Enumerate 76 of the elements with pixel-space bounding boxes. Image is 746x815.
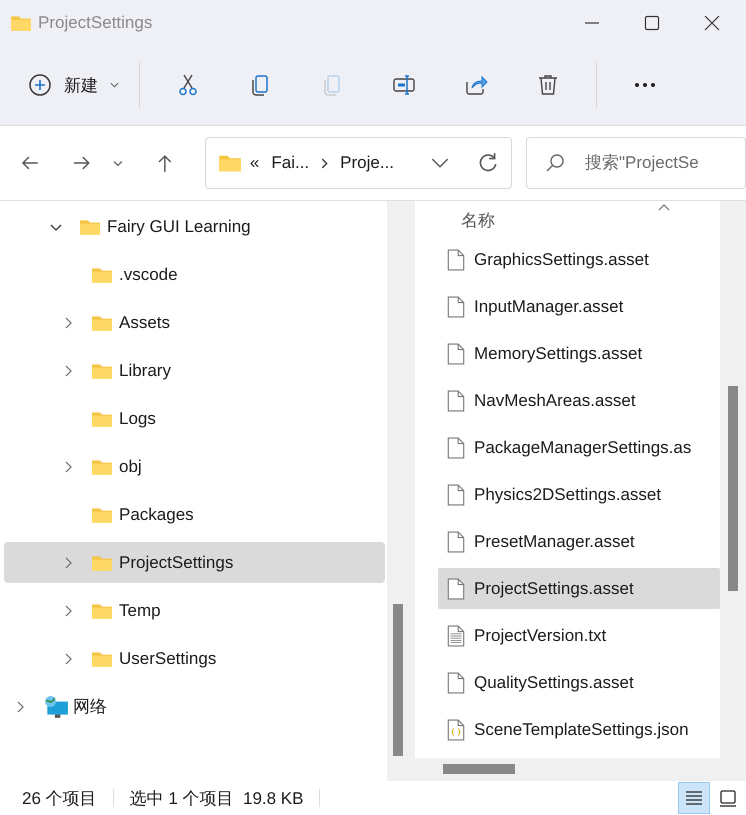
file-item[interactable]: QualitySettings.asset — [438, 662, 720, 703]
folder-icon — [10, 14, 32, 32]
breadcrumb[interactable]: Fai... — [271, 153, 310, 173]
scrollbar-thumb[interactable] — [728, 386, 738, 591]
window-title: ProjectSettings — [38, 12, 152, 32]
file-icon — [447, 390, 465, 412]
tree-item[interactable]: Packages — [4, 494, 385, 535]
folder-icon — [218, 153, 242, 173]
file-item[interactable]: SceneTemplateSettings.json — [438, 709, 720, 750]
close-icon[interactable] — [704, 14, 720, 30]
dropdown-icon[interactable] — [430, 158, 449, 168]
file-item[interactable]: Physics2DSettings.asset — [438, 474, 720, 515]
preview-pane-icon — [718, 788, 738, 808]
tree-item[interactable]: Temp — [4, 590, 385, 631]
file-icon — [447, 484, 465, 506]
address-bar[interactable]: « Fai... Proje... — [204, 137, 512, 189]
text-file-icon — [447, 624, 465, 646]
tree-item[interactable]: obj — [4, 446, 385, 487]
caret-icon — [110, 82, 119, 88]
file-icon — [447, 296, 465, 318]
chevron-icon — [321, 158, 328, 168]
file-icon — [447, 578, 465, 600]
breadcrumb[interactable]: Proje... — [340, 153, 394, 173]
folder-icon — [91, 362, 113, 380]
folder-icon — [91, 602, 113, 620]
file-icon — [447, 436, 465, 458]
file-item[interactable]: MemorySettings.asset — [438, 333, 720, 374]
folder-icon — [91, 506, 113, 524]
tree-item[interactable]: Logs — [4, 398, 385, 439]
file-item[interactable]: ProjectSettings.asset — [438, 568, 720, 609]
sort-ascending-icon — [658, 204, 670, 211]
share-icon — [464, 73, 488, 97]
search-input[interactable]: 搜索"ProjectSe — [584, 153, 746, 173]
maximize-icon[interactable] — [644, 14, 660, 30]
tree-item[interactable]: 网络 — [4, 686, 385, 727]
tree-item[interactable]: ProjectSettings — [4, 542, 385, 583]
file-item[interactable]: InputManager.asset — [438, 286, 720, 327]
item-count: 26 个项目 — [22, 788, 97, 810]
more-icon — [635, 83, 655, 87]
scrollbar-thumb[interactable] — [393, 604, 403, 756]
tree-item[interactable]: Library — [4, 350, 385, 391]
new-button[interactable]: 新建 — [20, 63, 127, 107]
json-file-icon — [447, 718, 465, 740]
folder-icon — [91, 650, 113, 668]
file-item[interactable]: NavMeshAreas.asset — [438, 380, 720, 421]
selection-info: 选中 1 个项目 19.8 KB — [130, 788, 304, 810]
scrollbar-thumb[interactable] — [443, 764, 515, 774]
overflow-crumb[interactable]: « — [250, 153, 260, 173]
rename-icon — [392, 73, 416, 97]
column-header[interactable]: 名称 — [461, 208, 495, 232]
details-view-button[interactable] — [678, 782, 710, 814]
file-icon — [447, 248, 465, 270]
search-icon — [544, 153, 565, 173]
folder-icon — [91, 554, 113, 572]
folder-icon — [91, 266, 113, 284]
network-icon — [43, 694, 69, 720]
plus-circle-icon — [28, 73, 52, 97]
trash-icon — [536, 73, 560, 97]
folder-icon — [91, 314, 113, 332]
folder-icon — [91, 410, 113, 428]
folder-icon — [91, 458, 113, 476]
tree-item[interactable]: Assets — [4, 302, 385, 343]
file-icon — [447, 672, 465, 694]
tree-item[interactable]: .vscode — [4, 254, 385, 295]
tree-item[interactable]: Fairy GUI Learning — [4, 206, 385, 247]
file-icon — [447, 342, 465, 364]
file-item[interactable]: PackageManagerSettings.as — [438, 427, 720, 468]
refresh-icon[interactable] — [476, 152, 499, 174]
file-icon — [447, 530, 465, 552]
search-field[interactable]: 搜索"ProjectSe — [526, 137, 746, 189]
file-item[interactable]: PresetManager.asset — [438, 521, 720, 562]
history-caret-icon[interactable] — [113, 160, 124, 166]
folder-icon — [79, 218, 101, 236]
file-item[interactable]: ProjectVersion.txt — [438, 615, 720, 656]
file-item[interactable]: GraphicsSettings.asset — [438, 239, 720, 280]
tree-item[interactable]: UserSettings — [4, 638, 385, 679]
